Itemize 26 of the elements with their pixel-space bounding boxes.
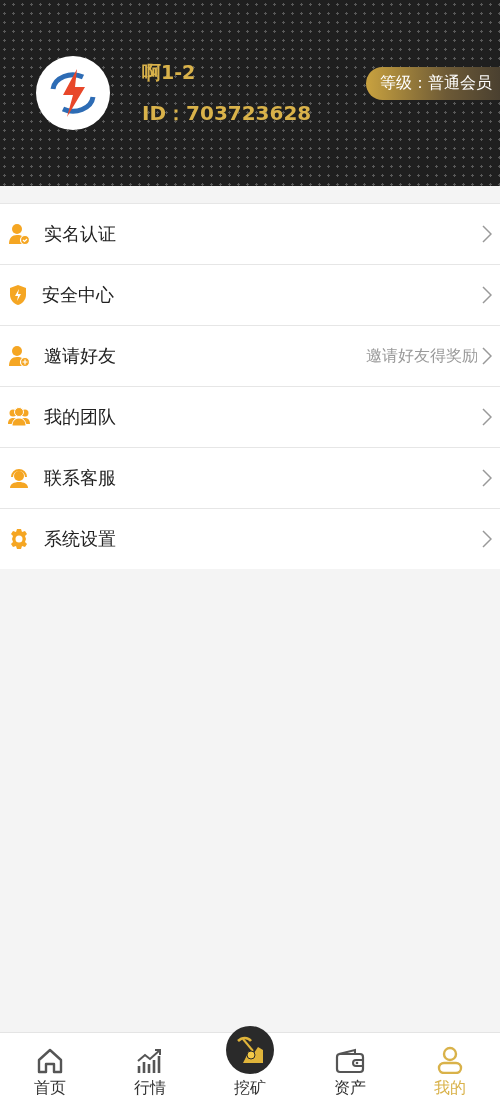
chart-icon [136,1048,164,1074]
chevron-right-icon [482,286,492,304]
member-level-badge: 等级：普通会员 [366,66,500,100]
user-id: ID：703723628 [142,99,313,127]
user-check-icon [8,223,30,245]
menu-hint: 邀请好友得奖励 [366,345,478,367]
user-name: 啊1-2 [142,59,197,85]
chevron-right-icon [482,408,492,426]
tab-label[interactable]: 行情 [134,1078,166,1099]
user-icon [436,1046,464,1074]
shield-icon [8,284,28,306]
pickaxe-coin-icon [235,1036,265,1064]
gear-icon [8,528,30,550]
tab-label[interactable]: 挖矿 [234,1078,266,1099]
chevron-right-icon [482,469,492,487]
wallet-icon [335,1048,365,1074]
team-icon [8,407,30,427]
user-add-icon [8,345,30,367]
chevron-right-icon [482,530,492,548]
headset-icon [8,468,30,488]
chevron-right-icon [482,225,492,243]
mining-button[interactable] [226,1026,274,1074]
tab-label[interactable]: 资产 [334,1078,366,1099]
home-icon [36,1048,64,1074]
chevron-right-icon [482,347,492,365]
tab-label[interactable]: 首页 [34,1078,66,1099]
